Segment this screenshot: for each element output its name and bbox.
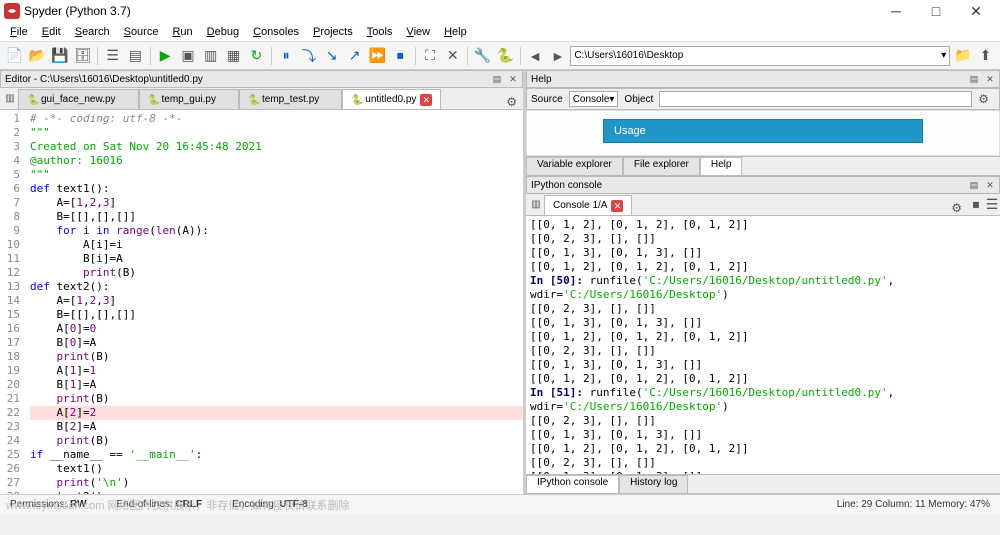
titlebar: Spyder (Python 3.7) ─ □ ✕ [0,0,1000,22]
parent-dir-icon[interactable]: ⬆ [975,45,996,67]
help-source-combo[interactable]: Console ▾ [569,91,619,107]
editor-tab[interactable]: 🐍untitled0.py✕ [342,89,441,109]
help-object-input[interactable] [659,91,972,107]
forward-icon[interactable]: ► [548,45,569,67]
run-selection-icon[interactable]: ▦ [223,45,244,67]
menu-consoles[interactable]: Consoles [247,24,305,40]
close-button[interactable]: ✕ [956,3,996,20]
python-path-icon[interactable]: 🐍 [495,45,516,67]
python-file-icon: 🐍 [351,95,361,105]
working-dir-input[interactable]: C:\Users\16016\Desktop▾ [570,46,950,66]
usage-panel: Usage [603,119,923,143]
close-icon[interactable]: ✕ [611,200,623,212]
gear-icon[interactable]: ⚙ [951,201,962,215]
save-icon[interactable]: 💾 [50,45,71,67]
gear-icon[interactable]: ⚙ [506,95,517,109]
open-file-icon[interactable]: 📂 [27,45,48,67]
minimize-button[interactable]: ─ [876,3,916,19]
list-icon[interactable]: ☰ [102,45,123,67]
editor-tab[interactable]: 🐍temp_test.py [239,89,342,109]
main-toolbar: 📄 📂 💾 🗄 ☰ ▤ ▶ ▣ ▥ ▦ ↻ ⏸ ⤵ ↘ ↗ ⏩ ⏹ ⛶ ✕ 🔧 … [0,42,1000,70]
menu-tools[interactable]: Tools [361,24,399,40]
new-file-icon[interactable]: 📄 [4,45,25,67]
pane-options-icon[interactable]: ▤ [967,178,981,192]
menu-view[interactable]: View [400,24,436,40]
pane-close-icon[interactable]: ✕ [506,72,520,86]
menu-source[interactable]: Source [118,24,165,40]
console-tab[interactable]: Console 1/A✕ [544,195,632,215]
config-icon[interactable]: ▤ [125,45,146,67]
editor-tab[interactable]: 🐍temp_gui.py [139,89,239,109]
menu-search[interactable]: Search [69,24,116,40]
menubar: FileEditSearchSourceRunDebugConsolesProj… [0,22,1000,42]
console-subtab[interactable]: IPython console [526,475,619,493]
browse-dir-icon[interactable]: 📁 [952,45,973,67]
menu-help[interactable]: Help [438,24,473,40]
maximize-pane-icon[interactable]: ⛶ [420,45,441,67]
help-subtab[interactable]: File explorer [623,157,700,175]
spyder-logo-icon [4,3,20,19]
step-icon[interactable]: ⤵ [299,45,320,67]
console-subtab[interactable]: History log [619,475,688,493]
help-subtab[interactable]: Help [700,157,743,175]
pane-close-icon[interactable]: ✕ [983,178,997,192]
stop-icon[interactable]: ⏹ [968,193,984,215]
step-out-icon[interactable]: ↗ [344,45,365,67]
watermark-text: www.toymoban.com 网络图片仅供展示，非存储，如有侵权请联系删除 [6,497,349,513]
help-pane-title: Help ▤✕ [526,70,1000,88]
debug-icon[interactable]: ⏸ [276,45,297,67]
menu-run[interactable]: Run [166,24,198,40]
help-subtab[interactable]: Variable explorer [526,157,623,175]
editor-tab[interactable]: 🐍gui_face_new.py [18,89,139,109]
tab-list-icon[interactable]: ▥ [528,193,544,215]
menu-file[interactable]: File [4,24,34,40]
options-icon[interactable]: ☰ [984,193,1000,215]
help-toolbar: Source Console ▾ Object ⚙ [526,88,1000,110]
save-all-icon[interactable]: 🗄 [72,45,93,67]
console-tabs: ▥ Console 1/A✕ ⚙ ⏹ ☰ [526,194,1000,216]
run-icon[interactable]: ▶ [155,45,176,67]
run-cell-advance-icon[interactable]: ▥ [200,45,221,67]
code-editor[interactable]: 1234567891011121314151617181920212223242… [0,110,523,494]
fullscreen-icon[interactable]: ✕ [442,45,463,67]
editor-pane-title: Editor - C:\Users\16016\Desktop\untitled… [0,70,523,88]
python-file-icon: 🐍 [248,95,258,105]
ipython-console[interactable]: [[0, 1, 2], [0, 1, 2], [0, 1, 2]][[0, 2,… [526,216,1000,474]
menu-edit[interactable]: Edit [36,24,67,40]
back-icon[interactable]: ◄ [525,45,546,67]
menu-debug[interactable]: Debug [201,24,245,40]
console-subtabs: IPython consoleHistory log [526,474,1000,494]
run-cell-icon[interactable]: ▣ [178,45,199,67]
python-file-icon: 🐍 [148,95,158,105]
tab-list-icon[interactable]: ▥ [2,87,18,109]
rerun-icon[interactable]: ↻ [246,45,267,67]
help-subtabs: Variable explorerFile explorerHelp [526,156,1000,176]
pane-options-icon[interactable]: ▤ [967,72,981,86]
ipython-pane-title: IPython console ▤✕ [526,176,1000,194]
stop-debug-icon[interactable]: ⏹ [390,45,411,67]
editor-tabs: ▥ 🐍gui_face_new.py🐍temp_gui.py🐍temp_test… [0,88,523,110]
maximize-button[interactable]: □ [916,3,956,19]
pane-close-icon[interactable]: ✕ [983,72,997,86]
menu-projects[interactable]: Projects [307,24,359,40]
window-title: Spyder (Python 3.7) [24,4,876,18]
step-into-icon[interactable]: ↘ [321,45,342,67]
pane-options-icon[interactable]: ▤ [490,72,504,86]
prefs-icon[interactable]: 🔧 [472,45,493,67]
close-icon[interactable]: ✕ [420,94,432,106]
python-file-icon: 🐍 [27,95,37,105]
continue-icon[interactable]: ⏩ [367,45,388,67]
gear-icon[interactable]: ⚙ [978,92,989,106]
